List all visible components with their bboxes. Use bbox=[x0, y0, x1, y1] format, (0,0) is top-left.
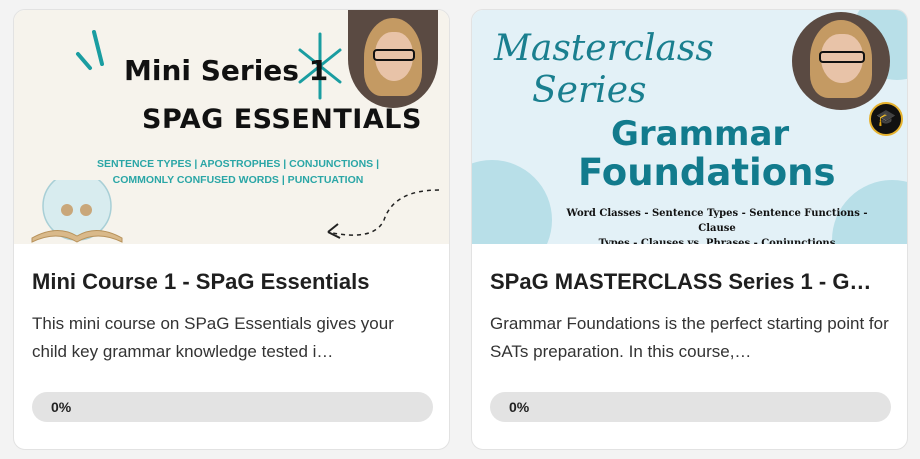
instructor-avatar bbox=[792, 12, 890, 110]
course-description: Grammar Foundations is the perfect start… bbox=[490, 314, 889, 361]
progress-label: 0% bbox=[51, 399, 72, 415]
progress-bar: 0% bbox=[490, 392, 891, 422]
script-line: Series bbox=[532, 70, 647, 111]
topics-line: Word Classes - Sentence Types - Sentence… bbox=[566, 208, 868, 234]
decorative-circle bbox=[472, 160, 552, 244]
progress-bar: 0% bbox=[32, 392, 433, 422]
thumbnail-subheading: SPAG ESSENTIALS bbox=[142, 104, 422, 135]
course-card-grammar-foundations[interactable]: Masterclass Series Grammar Foundations W… bbox=[471, 9, 908, 450]
thumbnail-heading: Grammar bbox=[611, 114, 790, 154]
thumbnail-subheading: Foundations bbox=[578, 151, 836, 194]
open-book-illustration bbox=[31, 180, 123, 243]
graduation-cap-icon: 🎓 bbox=[869, 102, 903, 136]
script-line: Masterclass bbox=[494, 28, 714, 69]
instructor-avatar bbox=[348, 10, 438, 108]
thumbnail-heading: Mini Series 1 bbox=[124, 54, 329, 87]
topics-line: SENTENCE TYPES | APOSTROPHES | CONJUNCTI… bbox=[96, 158, 380, 170]
thumbnail-topics: Word Classes - Sentence Types - Sentence… bbox=[552, 206, 882, 244]
course-card-spag-essentials[interactable]: Mini Series 1 SPAG ESSENTIALS SENTENCE T… bbox=[13, 9, 450, 450]
thumbnail-script-title: Masterclass Series bbox=[494, 28, 714, 112]
progress-label: 0% bbox=[509, 399, 530, 415]
topics-line: Types - Clauses vs. Phrases - Conjunctio… bbox=[598, 238, 836, 244]
dashed-arrow-icon bbox=[327, 189, 440, 239]
course-thumbnail[interactable]: Mini Series 1 SPAG ESSENTIALS SENTENCE T… bbox=[14, 10, 449, 244]
course-title[interactable]: SPaG MASTERCLASS Series 1 - G… bbox=[490, 268, 889, 296]
course-grid: Mini Series 1 SPAG ESSENTIALS SENTENCE T… bbox=[0, 0, 920, 459]
course-thumbnail[interactable]: Masterclass Series Grammar Foundations W… bbox=[472, 10, 907, 244]
course-description: This mini course on SPaG Essentials give… bbox=[32, 314, 394, 361]
course-title[interactable]: Mini Course 1 - SPaG Essentials bbox=[32, 268, 431, 296]
